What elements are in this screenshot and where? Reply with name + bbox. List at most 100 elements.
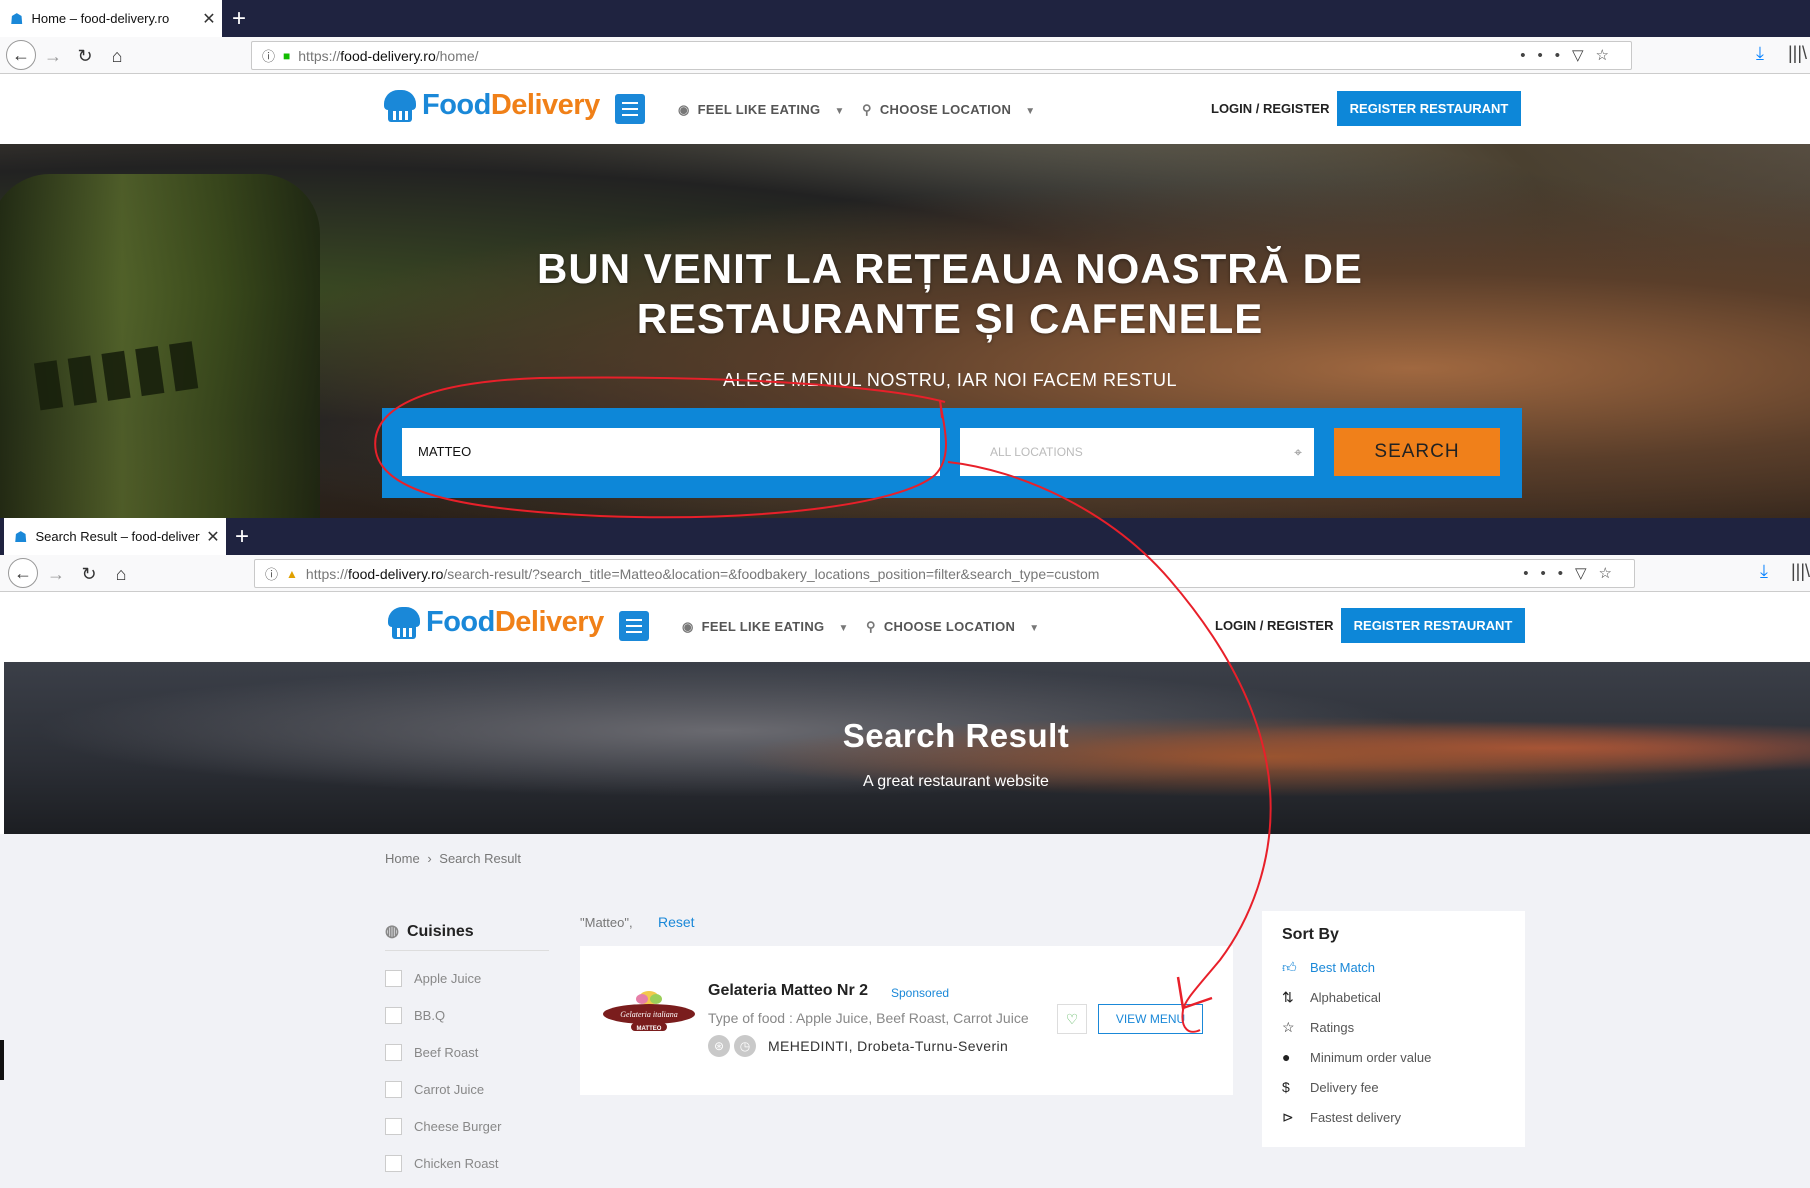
restaurant-result-card: Gelateria italiana MATTEO Gelateria Matt… — [580, 946, 1233, 1095]
fast-forward-icon: ⊳ — [1282, 1109, 1294, 1125]
thumbs-up-icon: 👍︎ — [1282, 959, 1297, 975]
reload-icon[interactable]: ↻ — [76, 561, 102, 587]
checkbox[interactable] — [385, 1155, 402, 1172]
info-icon[interactable]: ⓘ — [265, 564, 278, 583]
checkbox[interactable] — [385, 1007, 402, 1024]
url-actions[interactable]: •••▽☆ — [1520, 42, 1621, 69]
breadcrumb: Home › Search Result — [385, 851, 521, 866]
url-actions[interactable]: •••▽☆ — [1523, 560, 1624, 587]
query-tag: "Matteo", — [580, 915, 633, 930]
reload-icon[interactable]: ↻ — [72, 43, 98, 69]
view-menu-button[interactable]: VIEW MENU — [1098, 1004, 1203, 1034]
sort-label: Ratings — [1310, 1020, 1355, 1035]
url-scheme: https:// — [305, 565, 348, 582]
reset-link[interactable]: Reset — [658, 914, 695, 930]
chef-hat-icon — [382, 89, 418, 122]
checkbox[interactable] — [385, 1118, 402, 1135]
url-bar[interactable]: ⓘ ▲ https://food-delivery.ro/search-resu… — [254, 559, 1635, 588]
tab-title: Home – food-delivery.ro — [31, 11, 170, 26]
plate-icon: ◍ — [385, 923, 399, 940]
cuisine-filter-item[interactable]: Cheese Burger — [385, 1118, 501, 1135]
checkbox[interactable] — [385, 1044, 402, 1061]
crosshair-icon[interactable]: ⌖ — [1294, 428, 1302, 476]
sort-option-best-match[interactable]: 👍︎ Best Match — [1282, 959, 1375, 976]
sort-option-delivery-fee[interactable]: $ Delivery fee — [1282, 1079, 1379, 1095]
sort-option-minimum-order[interactable]: ● Minimum order value — [1282, 1049, 1431, 1065]
forward-icon[interactable]: → — [43, 561, 69, 587]
browser-tabbar-top: ☗ Home – food-delivery.ro ✕ + — [0, 0, 1810, 37]
cuisine-filter-item[interactable]: Chicken Roast — [385, 1155, 499, 1172]
pickup-clock-icon: ◷ — [734, 1035, 756, 1057]
close-tab-icon[interactable]: ✕ — [200, 527, 226, 547]
hero-banner: ▮▮▮▮▮ BUN VENIT LA REȚEAUA NOASTRĂ DE RE… — [0, 144, 1810, 518]
forward-icon[interactable]: → — [40, 43, 66, 69]
home-icon[interactable]: ⌂ — [104, 43, 130, 69]
browser-tab-home[interactable]: ☗ Home – food-delivery.ro ✕ — [0, 0, 222, 37]
cuisine-filter-item[interactable]: BB.Q — [385, 1007, 445, 1024]
nav-feel-like-eating[interactable]: ◉ FEEL LIKE EATING ▼ — [682, 619, 849, 635]
sort-option-ratings[interactable]: ☆ Ratings — [1282, 1019, 1354, 1036]
search-result-banner: Search Result A great restaurant website — [4, 662, 1810, 834]
download-icon[interactable]: ⤓ — [1760, 561, 1768, 582]
nav-choose-location[interactable]: ⚲ CHOOSE LOCATION ▼ — [862, 102, 1035, 118]
register-restaurant-button[interactable]: REGISTER RESTAURANT — [1341, 608, 1525, 643]
banner-title: Search Result — [842, 717, 1070, 754]
checkbox[interactable] — [385, 1081, 402, 1098]
location-input[interactable]: ALL LOCATIONS ⌖ — [960, 428, 1314, 476]
menu-hamburger-icon[interactable] — [615, 94, 645, 124]
warning-lock-icon: ▲ — [286, 566, 298, 581]
logo-food: Food — [422, 89, 491, 121]
library-icon[interactable]: |||\ — [1788, 43, 1807, 64]
register-restaurant-button[interactable]: REGISTER RESTAURANT — [1337, 91, 1521, 126]
library-icon[interactable]: |||\ — [1791, 561, 1810, 582]
download-icon[interactable]: ⤓ — [1756, 43, 1764, 64]
cuisine-filter-item[interactable]: Beef Roast — [385, 1044, 478, 1061]
breadcrumb-current: Search Result — [439, 851, 521, 866]
checkbox[interactable] — [385, 970, 402, 987]
url-scheme: https:// — [298, 47, 341, 64]
login-register-link[interactable]: LOGIN / REGISTER — [1215, 618, 1333, 633]
browser-tab-search-result[interactable]: ☗ Search Result – food-delivery.ro ✕ — [4, 518, 226, 555]
login-register-link[interactable]: LOGIN / REGISTER — [1211, 101, 1329, 116]
restaurant-name[interactable]: Gelateria Matteo Nr 2 — [708, 982, 868, 1000]
search-input[interactable]: MATTEO — [402, 428, 940, 476]
cuisine-filter-item[interactable]: Carrot Juice — [385, 1081, 484, 1098]
logo-food: Food — [426, 606, 495, 638]
url-path: /home/ — [435, 47, 479, 64]
map-pin-icon: ⚲ — [866, 619, 876, 634]
cuisine-label: Apple Juice — [414, 971, 482, 986]
svg-text:Gelateria italiana: Gelateria italiana — [620, 1010, 678, 1019]
cuisine-label: Chicken Roast — [414, 1156, 499, 1171]
sort-option-fastest-delivery[interactable]: ⊳ Fastest delivery — [1282, 1109, 1401, 1126]
browser-toolbar-top: ← → ↻ ⌂ ⓘ ■ https://food-delivery.ro/hom… — [0, 37, 1810, 74]
nav-feel-like-eating[interactable]: ◉ FEEL LIKE EATING ▼ — [678, 102, 845, 118]
back-icon[interactable]: ← — [8, 558, 38, 588]
nav-choose-location[interactable]: ⚲ CHOOSE LOCATION ▼ — [866, 619, 1039, 635]
url-bar[interactable]: ⓘ ■ https://food-delivery.ro/home/ •••▽☆ — [251, 41, 1632, 70]
close-tab-icon[interactable]: ✕ — [196, 9, 222, 29]
home-icon[interactable]: ⌂ — [108, 561, 134, 587]
info-icon[interactable]: ⓘ — [262, 46, 275, 65]
cuisine-label: Cheese Burger — [414, 1119, 502, 1134]
search-button[interactable]: SEARCH — [1334, 428, 1500, 476]
sort-option-alphabetical[interactable]: ⇅ Alphabetical — [1282, 989, 1381, 1006]
cuisine-filter-item[interactable]: Apple Juice — [385, 970, 481, 987]
breadcrumb-home[interactable]: Home — [385, 851, 420, 866]
back-icon[interactable]: ← — [6, 40, 36, 70]
lock-icon: ■ — [283, 48, 291, 63]
menu-hamburger-icon[interactable] — [619, 611, 649, 641]
compass-icon: ◉ — [682, 619, 694, 634]
sort-label: Best Match — [1310, 960, 1376, 975]
favorite-heart-icon[interactable]: ♡ — [1057, 1004, 1087, 1034]
site-favicon-icon: ☗ — [10, 10, 24, 28]
cuisines-title: Cuisines — [406, 923, 474, 940]
site-logo[interactable]: FoodDelivery — [382, 89, 600, 122]
new-tab-icon[interactable]: + — [232, 0, 246, 37]
new-tab-icon[interactable]: + — [235, 518, 249, 555]
nav-feel-label: FEEL LIKE EATING — [697, 102, 821, 117]
restaurant-logo-image[interactable]: Gelateria italiana MATTEO — [602, 990, 696, 1032]
site-logo[interactable]: FoodDelivery — [386, 606, 604, 639]
restaurant-location: MEHEDINTI, Drobeta-Turnu-Severin — [768, 1038, 1009, 1054]
sort-label: Fastest delivery — [1310, 1110, 1402, 1125]
star-icon: ☆ — [1282, 1019, 1295, 1035]
